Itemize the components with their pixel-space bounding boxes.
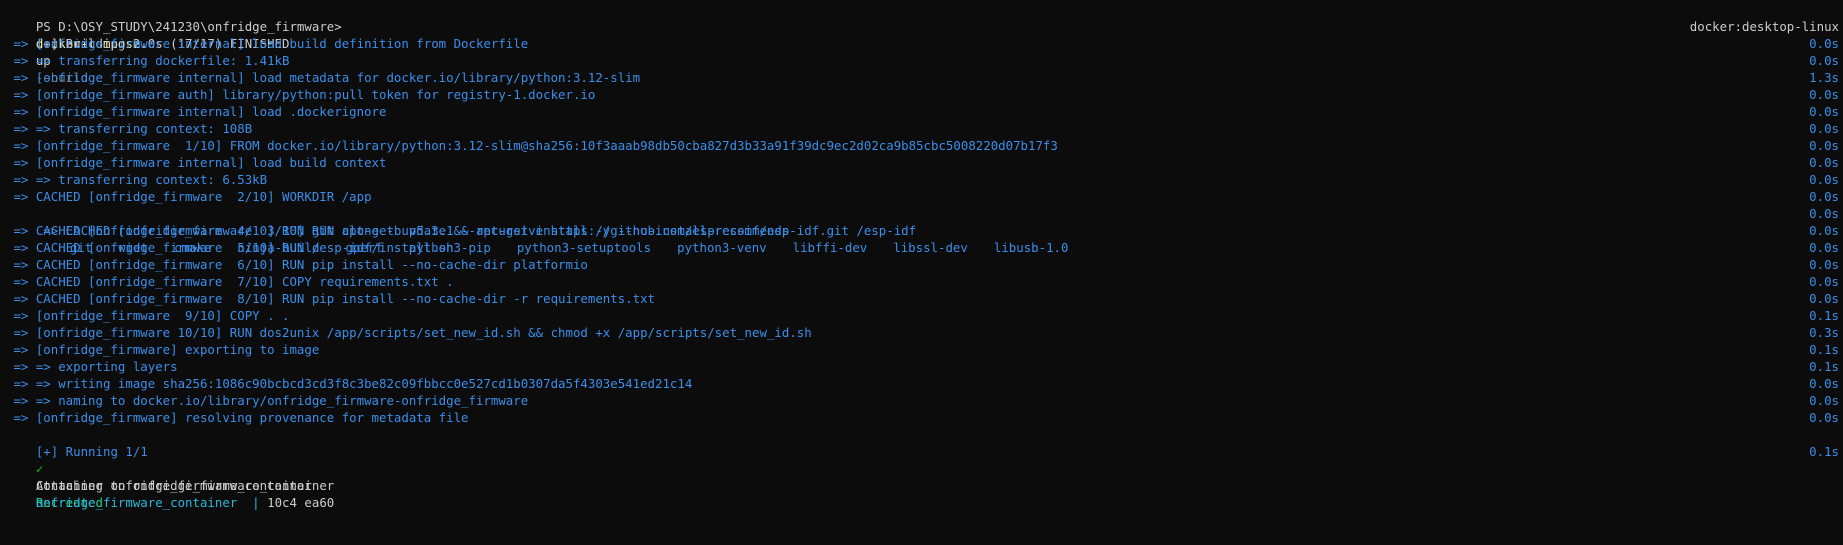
build-step-line: => [onfridge_firmware internal] load .do… <box>6 103 1843 120</box>
build-step-line: => [onfridge_firmware] resolving provena… <box>6 409 1843 426</box>
build-step-text: => [onfridge_firmware auth] library/pyth… <box>6 87 596 102</box>
log-container-name: onfridge_firmware_container <box>35 495 238 510</box>
build-step-text: => [onfridge_firmware 1/10] FROM docker.… <box>6 138 1058 153</box>
build-step-text: => CACHED [onfridge_firmware 2/10] WORKD… <box>6 189 372 204</box>
build-step-line: => => transferring context: 108B 0.0s <box>6 120 1843 137</box>
build-step-time: 0.0s <box>1809 274 1839 289</box>
build-step-text: => => exporting layers <box>6 359 178 374</box>
build-step-time: 0.0s <box>1809 53 1839 68</box>
build-step-time: 0.0s <box>1809 138 1839 153</box>
build-step-time: 0.0s <box>1809 257 1839 272</box>
build-step-line: => CACHED [onfridge_firmware 4/10] RUN g… <box>6 222 1843 239</box>
build-step-time: 0.0s <box>1809 291 1839 306</box>
build-step-line: => [onfridge_firmware 10/10] RUN dos2uni… <box>6 324 1843 341</box>
build-step-time: 0.1s <box>1809 308 1839 323</box>
build-step-line: => [onfridge_firmware internal] load bui… <box>6 35 1843 52</box>
build-step-text: => [onfridge_firmware 10/10] RUN dos2uni… <box>6 325 812 340</box>
build-step-text: => [onfridge_firmware internal] load bui… <box>6 155 387 170</box>
build-step-line: => CACHED [onfridge_firmware 7/10] COPY … <box>6 273 1843 290</box>
build-step-text: => => transferring dockerfile: 1.41kB <box>6 53 290 68</box>
build-step-time: 0.0s <box>1809 393 1839 408</box>
build-step-text: => [onfridge_firmware internal] load met… <box>6 70 641 85</box>
build-step-line: => => transferring context: 6.53kB 0.0s <box>6 171 1843 188</box>
building-line: [+] Building 2.0s (17/17) FINISHED docke… <box>6 18 1843 51</box>
build-step-line: => => naming to docker.io/library/onfrid… <box>6 392 1843 409</box>
build-step-line: => CACHED [onfridge_firmware 8/10] RUN p… <box>6 290 1843 307</box>
build-step-text: => [onfridge_firmware 9/10] COPY . . <box>6 308 290 323</box>
running-line: [+] Running 1/1 <box>6 426 1843 459</box>
build-step-line: => [onfridge_firmware] exporting to imag… <box>6 341 1843 358</box>
build-step-time: 0.0s <box>1809 240 1839 255</box>
apt-step-time: 0.0s <box>1809 206 1839 221</box>
build-step-text: => => transferring context: 6.53kB <box>6 172 268 187</box>
build-step-text: => [onfridge_firmware internal] load bui… <box>6 36 529 51</box>
build-step-time: 0.1s <box>1809 342 1839 357</box>
build-step-text: => [onfridge_firmware] resolving provena… <box>6 410 469 425</box>
docker-context: docker:desktop-linux <box>1689 19 1839 34</box>
build-step-time: 0.0s <box>1809 376 1839 391</box>
build-step-line: => [onfridge_firmware 9/10] COPY . . 0.1s <box>6 307 1843 324</box>
build-step-line: => [onfridge_firmware internal] load bui… <box>6 154 1843 171</box>
build-step-text: => => writing image sha256:1086c90bcbcd3… <box>6 376 693 391</box>
build-step-text: => CACHED [onfridge_firmware 4/10] RUN g… <box>6 223 917 238</box>
container-line: ✓ Container onfridge_firmware_container … <box>6 443 1843 510</box>
build-steps-2: => CACHED [onfridge_firmware 4/10] RUN g… <box>6 222 1843 426</box>
build-step-time: 0.0s <box>1809 410 1839 425</box>
build-step-line: => [onfridge_firmware 1/10] FROM docker.… <box>6 137 1843 154</box>
build-step-text: => [onfridge_firmware internal] load .do… <box>6 104 387 119</box>
build-step-text: => => transferring context: 108B <box>6 121 253 136</box>
build-step-line: => CACHED [onfridge_firmware 6/10] RUN p… <box>6 256 1843 273</box>
build-step-line: => CACHED [onfridge_firmware 2/10] WORKD… <box>6 188 1843 205</box>
build-step-text: => [onfridge_firmware] exporting to imag… <box>6 342 320 357</box>
build-step-text: => CACHED [onfridge_firmware 6/10] RUN p… <box>6 257 588 272</box>
build-step-time: 0.0s <box>1809 189 1839 204</box>
build-step-time: 1.3s <box>1809 70 1839 85</box>
build-step-time: 0.0s <box>1809 155 1839 170</box>
build-step-time: 0.0s <box>1809 36 1839 51</box>
log-separator: | <box>237 495 268 510</box>
build-step-text: => CACHED [onfridge_firmware 8/10] RUN p… <box>6 291 656 306</box>
build-step-text: => CACHED [onfridge_firmware 5/10] RUN /… <box>6 240 454 255</box>
build-step-text: => CACHED [onfridge_firmware 7/10] COPY … <box>6 274 454 289</box>
build-step-text: => => naming to docker.io/library/onfrid… <box>6 393 529 408</box>
apt-step-line: => CACHED [onfridge_firmware 3/10] RUN a… <box>6 205 1843 255</box>
build-step-time: 0.1s <box>1809 359 1839 374</box>
log-line: onfridge_firmware_container | 10c4 ea60 <box>6 477 1843 510</box>
build-step-line: => [onfridge_firmware internal] load met… <box>6 69 1843 86</box>
build-step-time: 0.3s <box>1809 325 1839 340</box>
build-step-line: => => writing image sha256:1086c90bcbcd3… <box>6 375 1843 392</box>
build-step-line: => [onfridge_firmware auth] library/pyth… <box>6 86 1843 103</box>
log-text: 10c4 ea60 <box>267 495 335 510</box>
container-time: 0.1s <box>1809 444 1839 459</box>
build-step-time: 0.0s <box>1809 87 1839 102</box>
build-step-time: 0.0s <box>1809 121 1839 136</box>
build-step-line: => CACHED [onfridge_firmware 5/10] RUN /… <box>6 239 1843 256</box>
attaching-line: Attaching to onfridge_firmware_container <box>6 460 1843 493</box>
build-step-line: => => exporting layers 0.1s <box>6 358 1843 375</box>
prompt-line: PS D:\OSY_STUDY\241230\onfridge_firmware… <box>6 1 1843 85</box>
terminal-window[interactable]: PS D:\OSY_STUDY\241230\onfridge_firmware… <box>0 0 1843 510</box>
build-steps: => [onfridge_firmware internal] load bui… <box>6 35 1843 205</box>
build-step-time: 0.0s <box>1809 104 1839 119</box>
build-step-time: 0.0s <box>1809 172 1839 187</box>
build-step-time: 0.0s <box>1809 223 1839 238</box>
build-step-line: => => transferring dockerfile: 1.41kB 0.0… <box>6 52 1843 69</box>
